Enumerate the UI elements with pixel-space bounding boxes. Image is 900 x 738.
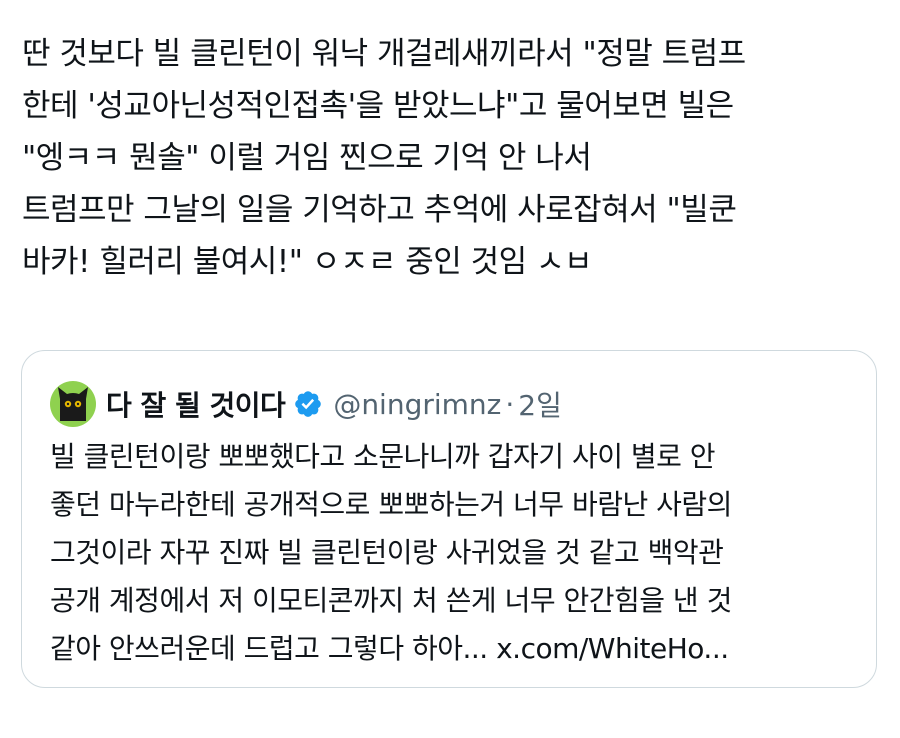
quoted-timestamp[interactable]: 2일 [518,384,562,424]
quoted-display-name[interactable]: 다 잘 될 것이다 [106,384,286,424]
tweet-text-line: "엥ㅋㅋ 뭔솔" 이럴 거임 찐으로 기억 안 나서 [22,140,592,176]
quoted-text-line: 빌 클린턴이랑 뽀뽀했다고 소문나니까 갑자기 사이 별로 안 [50,440,716,473]
verified-badge-icon [295,391,322,417]
tweet-text-line: 한테 '성교아닌성적인접촉'을 받았느냐"고 물어보면 빌은 [22,88,734,124]
black-cat-avatar-icon[interactable] [50,381,96,427]
quoted-handle[interactable]: @ningrimnz [333,388,501,421]
quoted-text-line: 공개 계정에서 저 이모티콘까지 처 쓴게 너무 안간힘을 낸 것 [50,584,732,617]
tweet-text-line: 바카! 힐러리 불여시!" ㅇㅈㄹ 중인 것임 ㅅㅂ [22,244,593,280]
quoted-text-line: 좋던 마누라한테 공개적으로 뽀뽀하는거 너무 바람난 사람의 [50,488,732,521]
quoted-text-line: 그것이라 자꾸 진짜 빌 클린턴이랑 사귀었을 것 같고 백악관 [50,536,724,569]
quoted-text-line: 같아 안쓰러운데 드럽고 그렇다 하아... x.com/WhiteHo... [50,632,729,665]
quoted-tweet-header: 다 잘 될 것이다 @ningrimnz · 2일 [50,381,562,427]
tweet-text: 딴 것보다 빌 클린턴이 워낙 개걸레새끼라서 "정말 트럼프 한테 '성교아닌… [22,28,882,288]
separator-dot: · [505,387,515,421]
quoted-tweet-text: 빌 클린턴이랑 뽀뽀했다고 소문나니까 갑자기 사이 별로 안 좋던 마누라한테… [50,433,850,673]
quoted-tweet-card[interactable]: 다 잘 될 것이다 @ningrimnz · 2일 빌 클린턴이랑 뽀뽀했다고 … [21,350,877,688]
tweet-text-line: 딴 것보다 빌 클린턴이 워낙 개걸레새끼라서 "정말 트럼프 [22,36,746,72]
tweet-text-line: 트럼프만 그날의 일을 기억하고 추억에 사로잡혀서 "빌쿤 [22,192,737,228]
